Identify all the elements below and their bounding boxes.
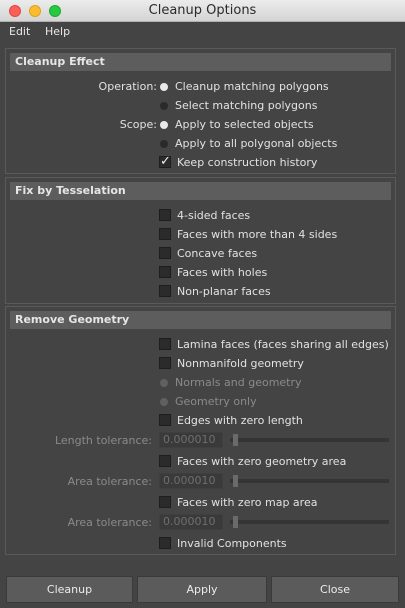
remove-geometry-header[interactable]: Remove Geometry bbox=[10, 311, 391, 329]
length-tolerance-label: Length tolerance: bbox=[54, 434, 152, 447]
menu-help[interactable]: Help bbox=[45, 25, 70, 38]
scope-option-all[interactable]: Apply to all polygonal objects bbox=[175, 137, 337, 150]
non-planar-faces-label[interactable]: Non-planar faces bbox=[177, 285, 271, 298]
invalid-components-label[interactable]: Invalid Components bbox=[177, 537, 287, 550]
zero-length-edges-checkbox[interactable] bbox=[159, 414, 171, 426]
title-bar: Cleanup Options bbox=[0, 0, 405, 22]
zero-length-edges-label[interactable]: Edges with zero length bbox=[177, 414, 303, 427]
area-tolerance-field-1[interactable]: 0.000010 bbox=[159, 473, 223, 489]
scope-option-selected[interactable]: Apply to selected objects bbox=[175, 118, 314, 131]
invalid-components-checkbox[interactable] bbox=[159, 537, 171, 549]
more-than-four-sides-label[interactable]: Faces with more than 4 sides bbox=[177, 228, 337, 241]
four-sided-faces-checkbox[interactable] bbox=[159, 209, 171, 221]
length-tolerance-slider[interactable] bbox=[230, 438, 389, 442]
scope-label: Scope: bbox=[119, 118, 157, 131]
nonmanifold-label[interactable]: Nonmanifold geometry bbox=[177, 357, 304, 370]
operation-radio-select[interactable] bbox=[160, 102, 168, 110]
remove-geometry-frame: Remove Geometry Lamina faces (faces shar… bbox=[5, 306, 396, 555]
zero-geometry-area-label[interactable]: Faces with zero geometry area bbox=[177, 455, 346, 468]
normals-geometry-radio[interactable] bbox=[160, 379, 168, 387]
length-tolerance-slider-handle[interactable] bbox=[233, 434, 238, 446]
lamina-faces-checkbox[interactable] bbox=[159, 338, 171, 350]
apply-button[interactable]: Apply bbox=[137, 576, 267, 603]
zero-geometry-area-checkbox[interactable] bbox=[159, 455, 171, 467]
area-tolerance-slider-2[interactable] bbox=[230, 520, 389, 524]
more-than-four-sides-checkbox[interactable] bbox=[159, 228, 171, 240]
scope-radio-all[interactable] bbox=[160, 140, 168, 148]
menu-edit[interactable]: Edit bbox=[9, 25, 30, 38]
area-tolerance-label-1: Area tolerance: bbox=[67, 475, 152, 488]
non-planar-faces-checkbox[interactable] bbox=[159, 285, 171, 297]
cleanup-effect-frame: Cleanup Effect Operation: Cleanup matchi… bbox=[5, 48, 396, 174]
lamina-faces-label[interactable]: Lamina faces (faces sharing all edges) bbox=[177, 338, 389, 351]
close-button[interactable]: Close bbox=[271, 576, 399, 603]
operation-option-select[interactable]: Select matching polygons bbox=[175, 99, 317, 112]
geometry-only-label[interactable]: Geometry only bbox=[175, 395, 257, 408]
operation-option-cleanup[interactable]: Cleanup matching polygons bbox=[175, 80, 329, 93]
area-tolerance-label-2: Area tolerance: bbox=[67, 516, 152, 529]
scope-radio-selected[interactable] bbox=[160, 121, 168, 129]
keep-history-label[interactable]: Keep construction history bbox=[177, 156, 317, 169]
cleanup-effect-header[interactable]: Cleanup Effect bbox=[10, 53, 391, 71]
fix-tesselation-header[interactable]: Fix by Tesselation bbox=[10, 182, 391, 200]
operation-label: Operation: bbox=[98, 80, 157, 93]
geometry-only-radio[interactable] bbox=[160, 398, 168, 406]
length-tolerance-field[interactable]: 0.000010 bbox=[159, 432, 223, 448]
nonmanifold-checkbox[interactable] bbox=[159, 357, 171, 369]
area-tolerance-slider-handle-1[interactable] bbox=[233, 475, 238, 487]
area-tolerance-field-2[interactable]: 0.000010 bbox=[159, 514, 223, 530]
area-tolerance-slider-1[interactable] bbox=[230, 479, 389, 483]
four-sided-faces-label[interactable]: 4-sided faces bbox=[177, 209, 250, 222]
faces-with-holes-checkbox[interactable] bbox=[159, 266, 171, 278]
concave-faces-label[interactable]: Concave faces bbox=[177, 247, 257, 260]
zero-map-area-label[interactable]: Faces with zero map area bbox=[177, 496, 317, 509]
keep-history-checkbox[interactable] bbox=[159, 154, 171, 169]
cleanup-button[interactable]: Cleanup bbox=[6, 576, 133, 603]
zero-map-area-checkbox[interactable] bbox=[159, 496, 171, 508]
menu-bar: Edit Help bbox=[0, 22, 405, 42]
normals-geometry-label[interactable]: Normals and geometry bbox=[175, 376, 302, 389]
concave-faces-checkbox[interactable] bbox=[159, 247, 171, 259]
operation-radio-cleanup[interactable] bbox=[160, 83, 168, 91]
fix-tesselation-frame: Fix by Tesselation 4-sided faces Faces w… bbox=[5, 177, 396, 304]
window-title: Cleanup Options bbox=[148, 3, 257, 18]
faces-with-holes-label[interactable]: Faces with holes bbox=[177, 266, 267, 279]
area-tolerance-slider-handle-2[interactable] bbox=[233, 516, 238, 528]
